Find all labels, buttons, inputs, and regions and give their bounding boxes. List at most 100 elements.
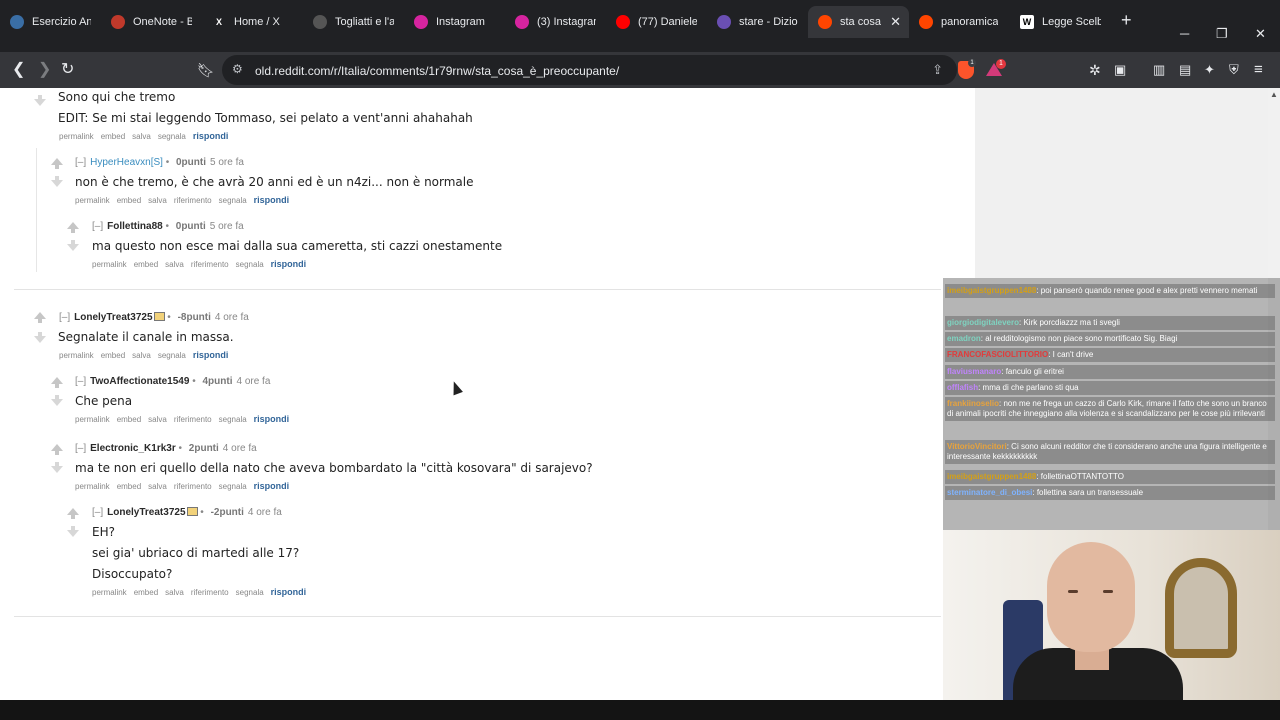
close-tab-icon[interactable]: ✕ (890, 14, 901, 30)
screenshot-icon[interactable]: ▣ (1114, 61, 1126, 79)
reply-link[interactable]: rispondi (254, 414, 290, 424)
permalink-link[interactable]: permalink (59, 351, 94, 360)
report-link[interactable]: segnala (219, 415, 247, 424)
collapse-toggle[interactable]: [–] (75, 443, 86, 454)
sidebar-icon[interactable]: ▥ (1153, 61, 1165, 79)
upvote-icon[interactable] (67, 508, 79, 519)
forward-icon[interactable]: ❯ (38, 61, 51, 79)
chat-text: : follettina sara un transessuale (1032, 488, 1144, 497)
embed-link[interactable]: embed (134, 588, 158, 597)
save-link[interactable]: salva (148, 482, 167, 491)
browser-tab[interactable]: X Home / X (202, 6, 303, 38)
downvote-icon[interactable] (34, 332, 46, 343)
downvote-icon[interactable] (51, 462, 63, 473)
bookmark-icon[interactable]: 🔖︎ (197, 61, 215, 79)
menu-icon[interactable]: ≡ (1254, 61, 1263, 79)
upvote-icon[interactable] (51, 158, 63, 169)
browser-tab[interactable]: Instagram (404, 6, 505, 38)
downvote-icon[interactable] (51, 176, 63, 187)
context-link[interactable]: riferimento (174, 196, 212, 205)
context-link[interactable]: riferimento (174, 415, 212, 424)
site-info-icon[interactable]: ⚙ (232, 62, 243, 76)
downvote-icon[interactable] (67, 240, 79, 251)
report-link[interactable]: segnala (219, 196, 247, 205)
permalink-link[interactable]: permalink (75, 196, 110, 205)
save-link[interactable]: salva (148, 415, 167, 424)
downvote-icon[interactable] (67, 526, 79, 537)
browser-tab[interactable]: stare - Dizion (707, 6, 808, 38)
share-icon[interactable]: ⇪ (932, 62, 943, 78)
permalink-link[interactable]: permalink (92, 260, 127, 269)
save-link[interactable]: salva (132, 351, 151, 360)
address-bar[interactable]: ⚙ old.reddit.com/r/Italia/comments/1r79r… (222, 55, 957, 85)
embed-link[interactable]: embed (101, 132, 125, 141)
minimize-icon[interactable]: ─ (1180, 26, 1189, 41)
context-link[interactable]: riferimento (191, 260, 229, 269)
collapse-toggle[interactable]: [–] (75, 157, 86, 168)
browser-tab[interactable]: sta cosa ✕ (808, 6, 909, 38)
permalink-link[interactable]: permalink (59, 132, 94, 141)
reply-link[interactable]: rispondi (193, 131, 229, 141)
reply-link[interactable]: rispondi (254, 481, 290, 491)
collapse-toggle[interactable]: [–] (92, 507, 103, 518)
context-link[interactable]: riferimento (174, 482, 212, 491)
embed-link[interactable]: embed (134, 260, 158, 269)
collapse-toggle[interactable]: [–] (92, 221, 103, 232)
browser-tab[interactable]: (77) Daniele (606, 6, 707, 38)
collapse-toggle[interactable]: [–] (59, 312, 70, 323)
author-link[interactable]: HyperHeavxn[S] (90, 157, 163, 168)
vpn-icon[interactable]: ⛨ (1229, 61, 1239, 79)
report-link[interactable]: segnala (158, 351, 186, 360)
reply-link[interactable]: rispondi (271, 259, 307, 269)
restore-icon[interactable]: ❐ (1216, 26, 1228, 42)
collapse-toggle[interactable]: [–] (75, 376, 86, 387)
save-link[interactable]: salva (165, 260, 184, 269)
reload-icon[interactable]: ↻ (61, 61, 74, 79)
extensions-icon[interactable]: ✲ (1089, 61, 1101, 79)
permalink-link[interactable]: permalink (75, 482, 110, 491)
embed-link[interactable]: embed (117, 415, 141, 424)
comment-body-line: EH? (92, 525, 115, 539)
save-link[interactable]: salva (148, 196, 167, 205)
context-link[interactable]: riferimento (191, 588, 229, 597)
author-link[interactable]: LonelyTreat3725 (107, 507, 185, 518)
embed-link[interactable]: embed (117, 196, 141, 205)
browser-tab[interactable]: Togliatti e l'a (303, 6, 404, 38)
browser-tab[interactable]: (3) Instagram (505, 6, 606, 38)
wallet-icon[interactable]: ▤ (1179, 61, 1191, 79)
browser-tab[interactable]: Esercizio Ana (0, 6, 101, 38)
browser-tab[interactable]: W Legge Scelba (1010, 6, 1111, 38)
scroll-up-icon[interactable]: ▲ (1270, 90, 1278, 99)
close-window-icon[interactable]: ✕ (1255, 26, 1266, 42)
url-text[interactable]: old.reddit.com/r/Italia/comments/1r79rnw… (255, 64, 619, 78)
browser-tab[interactable]: panoramica (909, 6, 1010, 38)
reply-link[interactable]: rispondi (271, 587, 307, 597)
back-icon[interactable]: ❮ (12, 61, 25, 79)
permalink-link[interactable]: permalink (75, 415, 110, 424)
author-link[interactable]: LonelyTreat3725 (74, 312, 152, 323)
comment-body-line: Sono qui che tremo (58, 90, 176, 104)
reply-link[interactable]: rispondi (254, 195, 290, 205)
embed-link[interactable]: embed (117, 482, 141, 491)
leo-ai-icon[interactable]: ✦ (1204, 61, 1215, 79)
browser-tab[interactable]: OneNote - B (101, 6, 202, 38)
upvote-icon[interactable] (67, 222, 79, 233)
report-link[interactable]: segnala (219, 482, 247, 491)
report-link[interactable]: segnala (236, 260, 264, 269)
report-link[interactable]: segnala (158, 132, 186, 141)
report-link[interactable]: segnala (236, 588, 264, 597)
upvote-icon[interactable] (34, 312, 46, 323)
author-link[interactable]: TwoAffectionate1549 (90, 376, 189, 387)
downvote-icon[interactable] (51, 395, 63, 406)
embed-link[interactable]: embed (101, 351, 125, 360)
upvote-icon[interactable] (51, 444, 63, 455)
permalink-link[interactable]: permalink (92, 588, 127, 597)
upvote-icon[interactable] (51, 377, 63, 388)
save-link[interactable]: salva (132, 132, 151, 141)
save-link[interactable]: salva (165, 588, 184, 597)
reply-link[interactable]: rispondi (193, 350, 229, 360)
author-link[interactable]: Follettina88 (107, 221, 163, 232)
new-tab-button[interactable]: + (1121, 10, 1132, 31)
downvote-icon[interactable] (34, 95, 46, 106)
author-link[interactable]: Electronic_K1rk3r (90, 443, 176, 454)
